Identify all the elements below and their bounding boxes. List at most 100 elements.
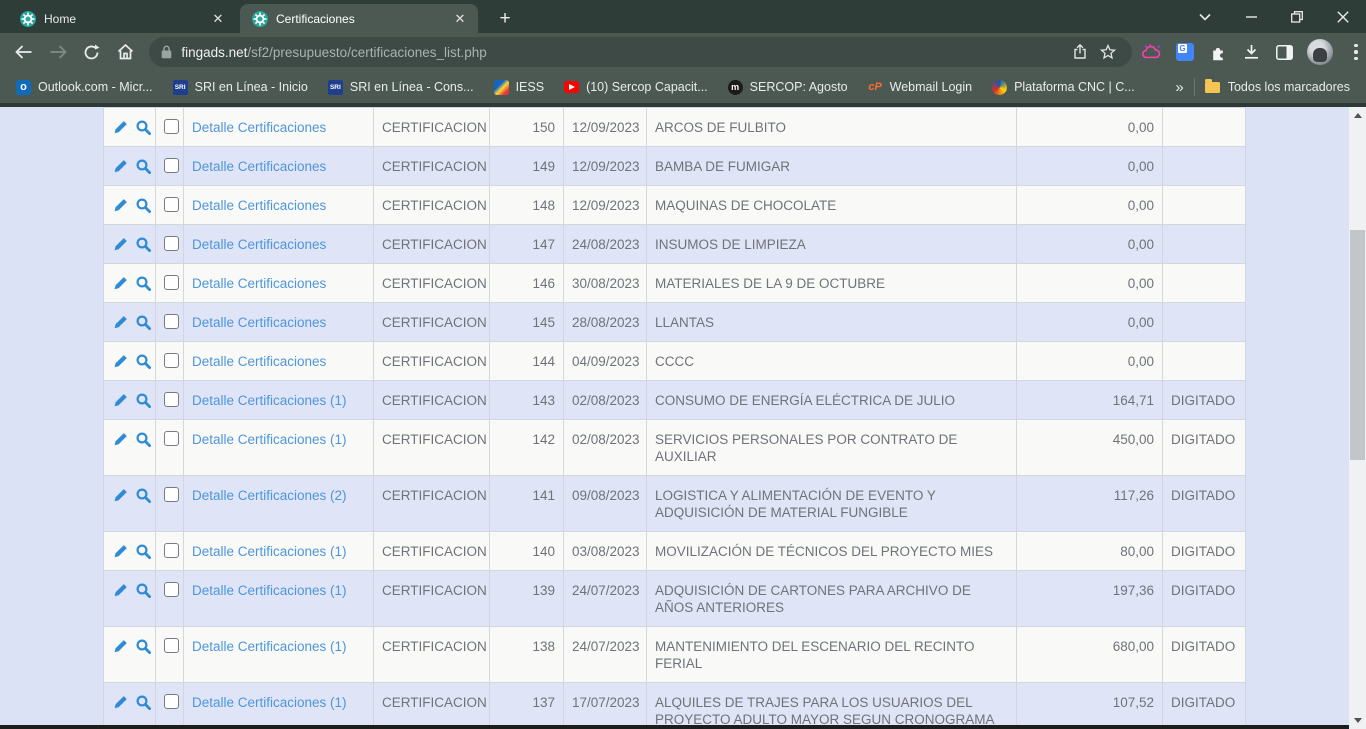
detalle-certificaciones-link[interactable]: Detalle Certificaciones (1) [192,393,347,408]
tab-close-icon[interactable]: ✕ [452,11,468,27]
row-checkbox[interactable] [164,431,179,446]
minimize-icon[interactable] [1228,0,1274,33]
edit-pencil-icon[interactable] [112,275,129,292]
magnifier-icon[interactable] [135,543,152,560]
detalle-certificaciones-link[interactable]: Detalle Certificaciones (1) [192,639,347,654]
magnifier-icon[interactable] [135,431,152,448]
edit-pencil-icon[interactable] [112,487,129,504]
bookmarks-overflow-chevron[interactable]: » [1165,79,1193,96]
bookmark-item[interactable]: Outlook.com - Micr... [8,76,161,99]
all-bookmarks-button[interactable]: Todos los marcadores [1195,76,1362,98]
home-icon[interactable] [109,36,141,68]
number-cell: 144 [490,342,564,381]
row-checkbox[interactable] [164,158,179,173]
all-bookmarks-label: Todos los marcadores [1228,80,1350,94]
detalle-certificaciones-link[interactable]: Detalle Certificaciones [192,159,326,174]
tab-home[interactable]: Home ✕ [8,4,236,33]
row-checkbox[interactable] [164,638,179,653]
edit-pencil-icon[interactable] [112,353,129,370]
bookmark-item[interactable]: SRI en Línea - Cons... [320,76,482,99]
edit-pencil-icon[interactable] [112,431,129,448]
detalle-certificaciones-link[interactable]: Detalle Certificaciones (2) [192,488,347,503]
tab-certificaciones[interactable]: Certificaciones ✕ [240,4,478,33]
magnifier-icon[interactable] [135,582,152,599]
detalle-certificaciones-link[interactable]: Detalle Certificaciones (1) [192,695,347,710]
back-icon[interactable] [8,36,40,68]
scroll-up-icon[interactable] [1349,107,1366,124]
close-icon[interactable] [1320,0,1366,33]
scroll-down-icon[interactable] [1349,712,1366,729]
row-checkbox[interactable] [164,543,179,558]
downloads-icon[interactable] [1241,42,1261,62]
detail-link-cell: Detalle Certificaciones (1) [184,571,374,627]
detalle-certificaciones-link[interactable]: Detalle Certificaciones [192,237,326,252]
bookmark-label: SRI en Línea - Inicio [195,80,308,94]
magnifier-icon[interactable] [135,197,152,214]
tab-close-icon[interactable]: ✕ [210,11,226,27]
detalle-certificaciones-link[interactable]: Detalle Certificaciones (1) [192,544,347,559]
row-checkbox[interactable] [164,392,179,407]
amount-cell: 680,00 [1017,627,1163,683]
magnifier-icon[interactable] [135,314,152,331]
row-checkbox[interactable] [164,275,179,290]
detalle-certificaciones-link[interactable]: Detalle Certificaciones [192,354,326,369]
edit-pencil-icon[interactable] [112,119,129,136]
magnifier-icon[interactable] [135,275,152,292]
detail-link-cell: Detalle Certificaciones (1) [184,627,374,683]
row-checkbox[interactable] [164,236,179,251]
detalle-certificaciones-link[interactable]: Detalle Certificaciones (1) [192,583,347,598]
bookmark-item[interactable]: Plataforma CNC | C... [984,76,1143,99]
edit-pencil-icon[interactable] [112,392,129,409]
detalle-certificaciones-link[interactable]: Detalle Certificaciones [192,276,326,291]
edit-pencil-icon[interactable] [112,158,129,175]
magnifier-icon[interactable] [135,236,152,253]
bookmark-item[interactable]: IESS [486,76,553,99]
detalle-certificaciones-link[interactable]: Detalle Certificaciones [192,315,326,330]
bookmark-star-icon[interactable] [1094,38,1122,66]
row-checkbox[interactable] [164,694,179,709]
edit-pencil-icon[interactable] [112,582,129,599]
row-checkbox[interactable] [164,197,179,212]
side-panel-icon[interactable] [1274,42,1294,62]
extensions-puzzle-icon[interactable] [1208,42,1228,62]
forward-icon[interactable] [42,36,74,68]
edit-pencil-icon[interactable] [112,197,129,214]
cloud-extension-icon[interactable] [1142,42,1162,62]
profile-avatar[interactable] [1307,39,1333,65]
edit-pencil-icon[interactable] [112,314,129,331]
row-checkbox[interactable] [164,582,179,597]
magnifier-icon[interactable] [135,638,152,655]
reload-icon[interactable] [76,36,108,68]
menu-kebab-icon[interactable] [1346,42,1366,62]
address-bar[interactable]: fingads.net/sf2/presupuesto/certificacio… [149,37,1132,67]
restore-icon[interactable] [1274,0,1320,33]
scrollbar-thumb[interactable] [1350,230,1365,460]
share-icon[interactable] [1066,38,1094,66]
edit-pencil-icon[interactable] [112,694,129,711]
detalle-certificaciones-link[interactable]: Detalle Certificaciones [192,198,326,213]
magnifier-icon[interactable] [135,392,152,409]
bookmark-item[interactable]: SERCOP: Agosto [720,76,856,99]
magnifier-icon[interactable] [135,119,152,136]
tab-search-chevron-icon[interactable] [1182,0,1228,33]
row-checkbox[interactable] [164,314,179,329]
edit-pencil-icon[interactable] [112,543,129,560]
type-cell: CERTIFICACION [374,108,490,147]
edit-pencil-icon[interactable] [112,638,129,655]
magnifier-icon[interactable] [135,694,152,711]
magnifier-icon[interactable] [135,487,152,504]
detalle-certificaciones-link[interactable]: Detalle Certificaciones [192,120,326,135]
edit-pencil-icon[interactable] [112,236,129,253]
magnifier-icon[interactable] [135,158,152,175]
bookmark-item[interactable]: (10) Sercop Capacit... [556,76,716,98]
bookmark-item[interactable]: Webmail Login [860,76,980,99]
new-tab-button[interactable]: + [492,6,518,32]
row-checkbox[interactable] [164,119,179,134]
bookmark-item[interactable]: SRI en Línea - Inicio [165,76,316,99]
vertical-scrollbar[interactable] [1349,107,1366,729]
row-checkbox[interactable] [164,353,179,368]
row-checkbox[interactable] [164,487,179,502]
translate-extension-icon[interactable] [1175,42,1195,62]
magnifier-icon[interactable] [135,353,152,370]
detalle-certificaciones-link[interactable]: Detalle Certificaciones (1) [192,432,347,447]
